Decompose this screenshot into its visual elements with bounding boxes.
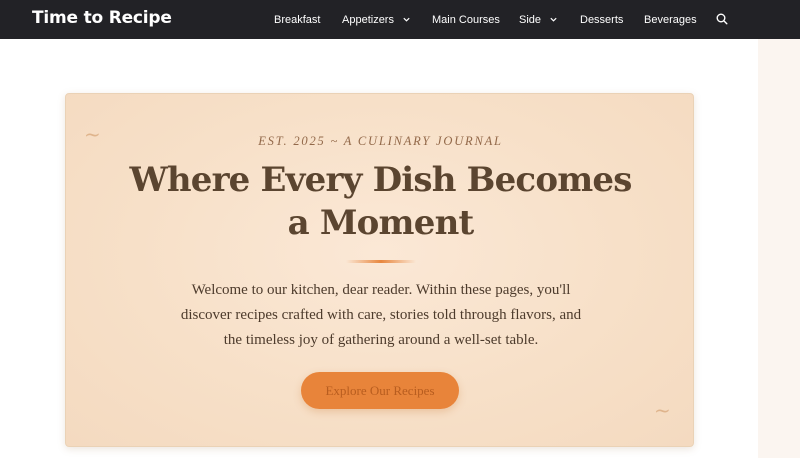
hero-description-line: discover recipes crafted with care, stor… [180,307,582,323]
cta-label: Explore Our Recipes [325,382,435,398]
page-side-panel [758,39,800,458]
hero-eyebrow: EST. 2025 ~ A CULINARY JOURNAL [258,134,503,148]
nav-item-main-courses[interactable]: Main Courses [432,0,500,39]
hero-title: Where Every Dish Becomes a Moment [66,159,695,245]
flourish-bottom-right: ~ [654,398,671,422]
nav-item-label: Side [519,13,542,26]
search-icon[interactable] [715,12,729,26]
nav-item-label: Appetizers [342,13,394,26]
nav-item-side[interactable]: Side [519,0,558,39]
nav-item-appetizers[interactable]: Appetizers [342,0,411,39]
site-logo[interactable]: Time to Recipe [32,8,172,28]
hero-description-line: Welcome to our kitchen, dear reader. Wit… [191,282,571,298]
top-navbar: Time to Recipe Breakfast Appetizers Main… [0,0,800,39]
hero-description: Welcome to our kitchen, dear reader. Wit… [176,278,586,353]
nav-item-label: Desserts [580,13,624,26]
chevron-down-icon [550,17,557,22]
explore-recipes-button[interactable]: Explore Our Recipes [301,372,459,409]
nav-item-label: Breakfast [274,13,321,26]
hero-title-line: Where Every Dish Becomes [129,160,632,200]
chevron-down-icon [403,17,410,22]
hero-title-line: a Moment [287,203,475,243]
nav-item-label: Main Courses [432,13,500,26]
nav-item-desserts[interactable]: Desserts [580,0,623,39]
nav-item-breakfast[interactable]: Breakfast [274,0,320,39]
nav-item-label: Beverages [644,13,697,26]
hero-card: ~ ~ EST. 2025 ~ A CULINARY JOURNAL Where… [65,93,694,447]
hero-description-line: the timeless joy of gathering around a w… [223,332,539,348]
hero-divider [346,260,416,263]
nav-item-beverages[interactable]: Beverages [644,0,697,39]
